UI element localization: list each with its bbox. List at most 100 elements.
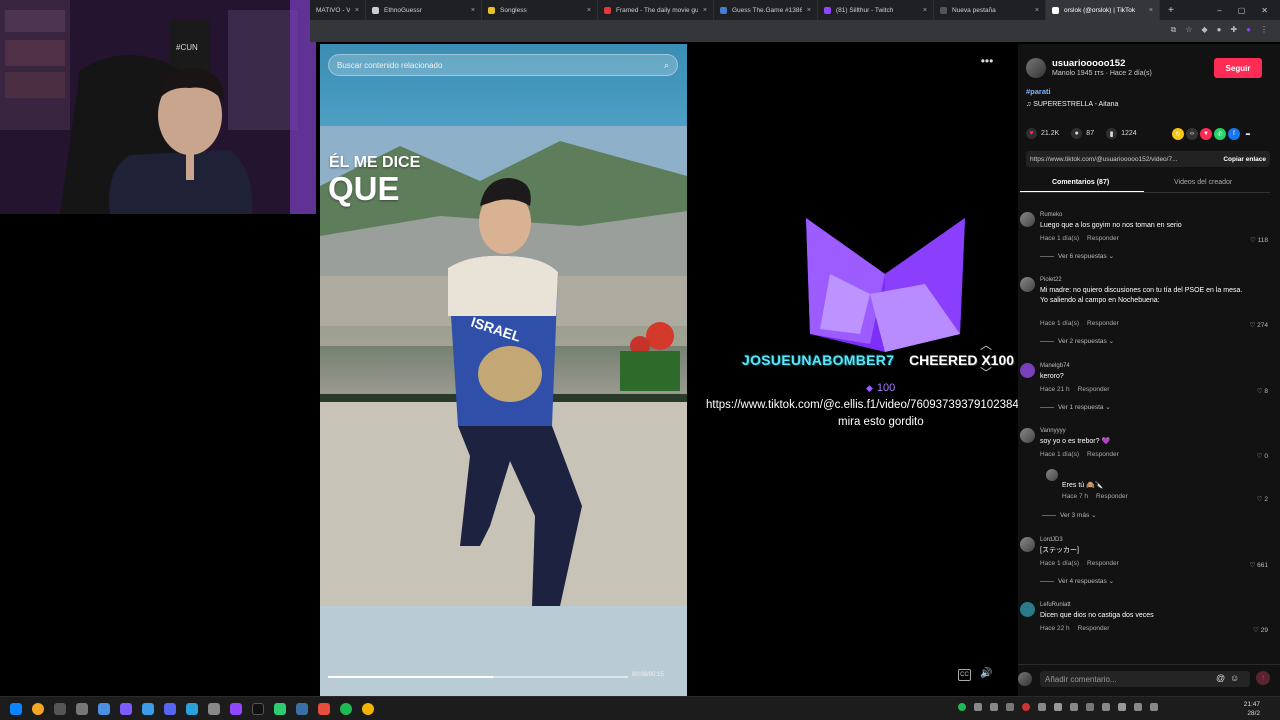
whatsapp-icon[interactable]: ✆ xyxy=(1214,128,1226,140)
view-replies-button[interactable]: Ver 1 respuesta ⌄ xyxy=(1040,403,1111,411)
browser-tab[interactable]: MATIVO - V × xyxy=(310,0,366,20)
spotify-icon[interactable] xyxy=(340,703,352,715)
app-icon[interactable] xyxy=(120,703,132,715)
app-icon[interactable] xyxy=(98,703,110,715)
facebook-icon[interactable]: f xyxy=(1228,128,1240,140)
maximize-icon[interactable]: ▢ xyxy=(1238,6,1246,15)
tab-comments[interactable]: Comentarios (87) xyxy=(1052,179,1109,186)
tray-icon[interactable] xyxy=(958,703,966,711)
reply-button[interactable]: Responder xyxy=(1078,386,1110,393)
view-more-replies-button[interactable]: Ver 3 más ⌄ xyxy=(1042,511,1097,519)
avatar[interactable] xyxy=(1020,602,1035,617)
close-icon[interactable]: × xyxy=(1149,7,1153,14)
tray-icon[interactable] xyxy=(974,703,982,711)
minimize-icon[interactable]: – xyxy=(1217,6,1221,15)
comment-username[interactable]: Vannyyyy xyxy=(1040,428,1066,434)
heart-outline-icon[interactable]: ♡ xyxy=(1253,627,1261,634)
tray-icon[interactable] xyxy=(1118,703,1126,711)
menu-kebab-icon[interactable]: ⋮ xyxy=(1260,25,1268,35)
comment-username[interactable]: LordJD3 xyxy=(1040,537,1063,543)
heart-outline-icon[interactable]: ♡ xyxy=(1250,322,1258,329)
embed-icon[interactable]: ‹› xyxy=(1186,128,1198,140)
comment-likes[interactable]: ♡ 274 xyxy=(1250,321,1269,329)
tray-icon[interactable] xyxy=(990,703,998,711)
app-icon[interactable] xyxy=(208,703,220,715)
music-track[interactable]: ♫ SUPERESTRELLA - Aitana xyxy=(1026,101,1118,108)
browser-tab[interactable]: (81) Sillthur - Twitch × xyxy=(818,0,934,20)
profile-avatar-icon[interactable]: ● xyxy=(1246,25,1251,35)
tab-creator-videos[interactable]: Videos del creador xyxy=(1174,179,1232,186)
window-close-icon[interactable]: ✕ xyxy=(1261,6,1268,15)
heart-icon[interactable]: ♥ xyxy=(1026,128,1037,139)
new-tab-button[interactable]: + xyxy=(1160,5,1182,16)
app-icon[interactable] xyxy=(164,703,176,715)
comment-likes[interactable]: ♡ 8 xyxy=(1257,387,1268,395)
heart-outline-icon[interactable]: ♡ xyxy=(1250,237,1258,244)
comment-likes[interactable]: ♡ 661 xyxy=(1250,561,1269,569)
browser-tab[interactable]: EthnoGuessr × xyxy=(366,0,482,20)
close-icon[interactable]: × xyxy=(1035,7,1039,14)
app-icon[interactable] xyxy=(186,703,198,715)
app-icon[interactable] xyxy=(54,703,66,715)
close-icon[interactable]: × xyxy=(703,7,707,14)
avatar[interactable] xyxy=(1020,212,1035,227)
comment-username[interactable]: Rumeko xyxy=(1040,212,1062,218)
comment-username[interactable]: Piolet22 xyxy=(1040,277,1062,283)
taskbar-clock[interactable]: 21:47 28/2 xyxy=(1244,700,1260,718)
reply-button[interactable]: Responder xyxy=(1087,451,1119,458)
more-options-icon[interactable]: ••• xyxy=(978,55,996,70)
chrome-icon[interactable] xyxy=(362,703,374,715)
avatar[interactable] xyxy=(1020,428,1035,443)
app-icon[interactable] xyxy=(142,703,154,715)
save-stat[interactable]: ▮ 1224 xyxy=(1106,128,1137,139)
like-stat[interactable]: ♥ 21.2K xyxy=(1026,128,1059,139)
volume-icon[interactable]: 🔊 xyxy=(980,668,992,679)
search-icon[interactable] xyxy=(32,703,44,715)
tray-icon[interactable] xyxy=(1070,703,1078,711)
app-icon[interactable] xyxy=(274,703,286,715)
heart-outline-icon[interactable]: ♡ xyxy=(1250,562,1258,569)
tray-icon[interactable] xyxy=(1022,703,1030,711)
extension-icon[interactable]: ◆ xyxy=(1201,25,1207,35)
follow-button[interactable]: Seguir xyxy=(1214,58,1262,78)
creator-avatar[interactable] xyxy=(1026,58,1046,78)
repost-icon[interactable]: ↻ xyxy=(1172,128,1184,140)
avatar[interactable] xyxy=(1020,363,1035,378)
close-icon[interactable]: × xyxy=(355,7,359,14)
close-icon[interactable]: × xyxy=(471,7,475,14)
bookmark-star-icon[interactable]: ☆ xyxy=(1185,25,1192,35)
emoji-icon[interactable]: ☺ xyxy=(1230,673,1239,683)
send-icon[interactable]: ▼ xyxy=(1200,128,1212,140)
share-arrow-icon[interactable]: ➦ xyxy=(1242,128,1254,140)
close-icon[interactable]: × xyxy=(923,7,927,14)
app-icon[interactable] xyxy=(296,703,308,715)
browser-tab[interactable]: Guess The.Game #1386 × xyxy=(714,0,818,20)
comment-likes[interactable]: ♡ 118 xyxy=(1250,236,1268,244)
comment-likes[interactable]: ♡ 0 xyxy=(1257,452,1268,460)
tray-icon[interactable] xyxy=(1086,703,1094,711)
view-replies-button[interactable]: Ver 4 respuestas ⌄ xyxy=(1040,577,1114,585)
view-replies-button[interactable]: Ver 6 respuestas ⌄ xyxy=(1040,252,1114,260)
comment-icon[interactable]: ● xyxy=(1071,128,1083,139)
tray-icon[interactable] xyxy=(1102,703,1110,711)
reply-button[interactable]: Responder xyxy=(1087,320,1119,327)
app-icon[interactable] xyxy=(76,703,88,715)
mention-icon[interactable]: @ xyxy=(1216,673,1225,683)
comment-username[interactable]: LefuRunlatt xyxy=(1040,602,1071,608)
previous-video-chevron-up-icon[interactable]: ︿ xyxy=(980,336,992,353)
avatar[interactable] xyxy=(1046,469,1058,481)
related-search-bar[interactable]: ⌕ xyxy=(328,54,678,76)
twitch-icon[interactable] xyxy=(230,703,242,715)
close-icon[interactable]: × xyxy=(807,7,811,14)
comment-likes[interactable]: ♡ 29 xyxy=(1253,626,1268,634)
browser-tab[interactable]: Songless × xyxy=(482,0,598,20)
reply-button[interactable]: Responder xyxy=(1087,235,1119,242)
comment-username[interactable]: Manelgb74 xyxy=(1040,363,1070,369)
related-search-input[interactable] xyxy=(337,60,664,70)
avatar[interactable] xyxy=(1020,277,1035,292)
reply-button[interactable]: Responder xyxy=(1087,560,1119,567)
extensions-puzzle-icon[interactable]: ✚ xyxy=(1230,25,1237,35)
view-replies-button[interactable]: Ver 2 respuestas ⌄ xyxy=(1040,337,1114,345)
send-comment-icon[interactable]: ↑ xyxy=(1256,671,1270,685)
comment-likes[interactable]: ♡ 2 xyxy=(1257,495,1268,503)
